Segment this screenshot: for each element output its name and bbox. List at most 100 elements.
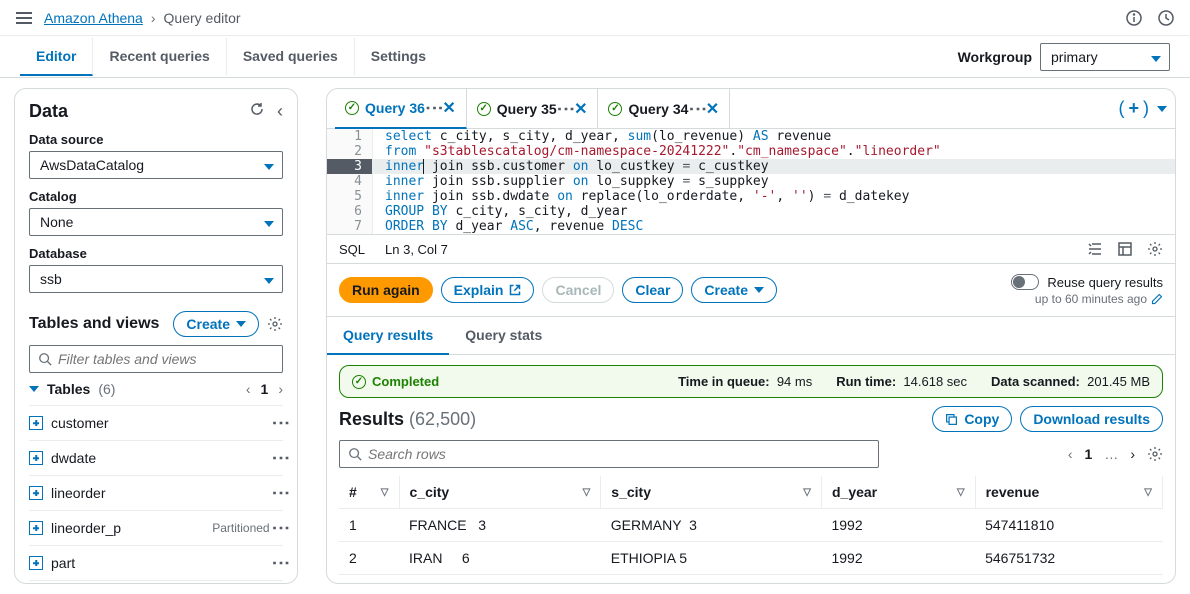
- search-icon: [348, 447, 362, 461]
- expand-table-icon[interactable]: [29, 486, 43, 500]
- data-source-select[interactable]: AwsDataCatalog: [29, 151, 283, 179]
- catalog-select[interactable]: None: [29, 208, 283, 236]
- hamburger-menu[interactable]: [16, 12, 32, 24]
- prev-page-icon[interactable]: ‹: [1068, 446, 1073, 462]
- close-tab-icon[interactable]: ✕: [442, 98, 455, 118]
- workgroup-select[interactable]: primary: [1040, 43, 1170, 71]
- expand-table-icon[interactable]: [29, 416, 43, 430]
- catalog-label: Catalog: [29, 189, 283, 204]
- caret-down-icon: [754, 287, 764, 293]
- cancel-button: Cancel: [542, 277, 614, 303]
- pencil-icon[interactable]: [1151, 293, 1163, 305]
- clock-icon[interactable]: [1158, 10, 1174, 26]
- results-heading: Results (62,500): [339, 409, 476, 430]
- table-item[interactable]: part⋮: [29, 546, 283, 581]
- column-header-d-year[interactable]: d_year▽: [821, 476, 975, 509]
- table-menu-icon[interactable]: ⋮: [278, 519, 283, 537]
- tables-views-heading: Tables and views: [29, 315, 159, 333]
- workgroup-label: Workgroup: [958, 49, 1032, 65]
- table-name: lineorder_p: [51, 520, 121, 536]
- info-icon[interactable]: [1126, 10, 1142, 26]
- expand-table-icon[interactable]: [29, 521, 43, 535]
- next-page-icon[interactable]: ›: [1130, 446, 1135, 462]
- search-rows-input[interactable]: [339, 440, 879, 468]
- query-tab[interactable]: ✓Query 34⋮✕: [598, 89, 730, 128]
- status-banner: ✓ Completed Time in queue: 94 ms Run tim…: [339, 365, 1163, 398]
- tab-saved-queries[interactable]: Saved queries: [227, 38, 355, 75]
- caret-down-icon[interactable]: [1157, 106, 1167, 112]
- query-tab-label: Query 34: [628, 101, 688, 117]
- query-tab[interactable]: ✓Query 36⋮✕: [335, 89, 467, 129]
- expand-table-icon[interactable]: [29, 451, 43, 465]
- paren-icon: (: [1118, 98, 1124, 119]
- query-tab-label: Query 36: [365, 100, 425, 116]
- collapse-left-icon[interactable]: ‹: [277, 101, 283, 122]
- create-button[interactable]: Create: [173, 311, 259, 337]
- results-table: #▽ c_city▽ s_city▽ d_year▽ revenue▽ 1FRA…: [339, 476, 1163, 575]
- reuse-results-sub: up to 60 minutes ago: [1035, 292, 1147, 306]
- format-icon[interactable]: [1087, 241, 1103, 257]
- tab-query-results[interactable]: Query results: [327, 317, 449, 355]
- layout-icon[interactable]: [1117, 241, 1133, 257]
- caret-down-icon: [264, 214, 274, 230]
- partitioned-badge: Partitioned: [212, 521, 269, 535]
- run-again-button[interactable]: Run again: [339, 277, 433, 303]
- download-results-button[interactable]: Download results: [1020, 406, 1163, 432]
- sql-editor[interactable]: 1select c_city, s_city, d_year, sum(lo_r…: [327, 129, 1175, 234]
- page-ellipsis: …: [1104, 446, 1118, 462]
- tab-menu-icon[interactable]: ⋮: [563, 100, 568, 118]
- gear-icon[interactable]: [267, 316, 283, 332]
- table-item[interactable]: dwdate ⋮: [29, 441, 283, 476]
- caret-down-icon: [264, 157, 274, 173]
- copy-button[interactable]: Copy: [932, 406, 1012, 432]
- expand-table-icon[interactable]: [29, 556, 43, 570]
- tab-menu-icon[interactable]: ⋮: [694, 100, 699, 118]
- tab-editor[interactable]: Editor: [20, 38, 93, 76]
- cursor-position: Ln 3, Col 7: [385, 242, 448, 257]
- table-menu-icon[interactable]: ⋮: [278, 484, 283, 502]
- breadcrumb: Amazon Athena › Query editor: [44, 10, 241, 26]
- filter-tables-input[interactable]: [29, 345, 283, 373]
- add-query-tab[interactable]: +: [1128, 98, 1139, 119]
- table-menu-icon[interactable]: ⋮: [278, 449, 283, 467]
- column-header-s-city[interactable]: s_city▽: [601, 476, 822, 509]
- tab-recent-queries[interactable]: Recent queries: [93, 38, 226, 75]
- tab-query-stats[interactable]: Query stats: [449, 317, 558, 354]
- prev-page-icon[interactable]: ‹: [246, 381, 251, 397]
- chevron-right-icon: ›: [151, 10, 156, 26]
- database-label: Database: [29, 246, 283, 261]
- explain-button[interactable]: Explain: [441, 277, 535, 303]
- table-item[interactable]: supplier⋮: [29, 581, 283, 584]
- column-header-index[interactable]: #▽: [339, 476, 399, 509]
- reuse-results-label: Reuse query results: [1047, 275, 1163, 290]
- query-tab[interactable]: ✓Query 35⋮✕: [467, 89, 599, 128]
- column-header-revenue[interactable]: revenue▽: [975, 476, 1162, 509]
- next-page-icon[interactable]: ›: [278, 381, 283, 397]
- table-item[interactable]: lineorder_p Partitioned ⋮: [29, 511, 283, 546]
- tab-menu-icon[interactable]: ⋮: [431, 99, 436, 117]
- data-heading: Data: [29, 101, 68, 122]
- close-tab-icon[interactable]: ✕: [574, 99, 587, 119]
- tab-settings[interactable]: Settings: [355, 38, 442, 75]
- table-item[interactable]: lineorder⋮: [29, 476, 283, 511]
- gear-icon[interactable]: [1147, 446, 1163, 462]
- data-source-label: Data source: [29, 132, 283, 147]
- reuse-results-toggle[interactable]: [1011, 274, 1039, 290]
- create-dropdown[interactable]: Create: [691, 277, 777, 303]
- query-tab-label: Query 35: [497, 101, 557, 117]
- table-name: dwdate: [51, 450, 96, 466]
- caret-down-icon: [264, 271, 274, 287]
- clear-button[interactable]: Clear: [622, 277, 683, 303]
- expand-icon[interactable]: [29, 386, 39, 392]
- gear-icon[interactable]: [1147, 241, 1163, 257]
- table-menu-icon[interactable]: ⋮: [278, 554, 283, 572]
- status-text: Completed: [372, 374, 439, 389]
- table-item[interactable]: customer⋮: [29, 406, 283, 441]
- table-menu-icon[interactable]: ⋮: [278, 414, 283, 432]
- column-header-c-city[interactable]: c_city▽: [399, 476, 601, 509]
- database-select[interactable]: ssb: [29, 265, 283, 293]
- close-tab-icon[interactable]: ✕: [706, 99, 719, 119]
- refresh-icon[interactable]: [249, 101, 265, 122]
- breadcrumb-service[interactable]: Amazon Athena: [44, 10, 143, 26]
- caret-down-icon: [1151, 49, 1161, 65]
